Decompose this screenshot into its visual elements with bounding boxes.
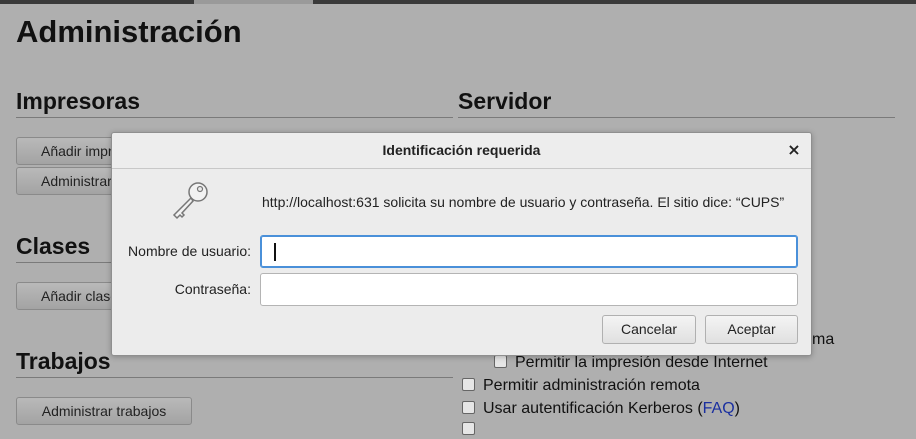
allow-internet-printing-label: Permitir la impresión desde Internet — [515, 354, 768, 371]
kerberos-auth-label-suffix: ) — [734, 400, 740, 417]
page-title: Administración — [16, 14, 242, 49]
username-input[interactable] — [260, 235, 798, 268]
password-label: Contraseña: — [174, 281, 251, 297]
partially-visible-checkbox[interactable] — [462, 422, 475, 435]
allow-remote-admin-label: Permitir administración remota — [483, 377, 700, 394]
kerberos-auth-option[interactable]: Usar autentificación Kerberos (FAQ) — [462, 400, 740, 418]
text-caret — [274, 243, 276, 261]
section-title-server: Servidor — [458, 88, 895, 118]
password-input[interactable] — [260, 273, 798, 306]
close-icon[interactable]: × — [784, 140, 804, 160]
active-tab-indicator — [194, 0, 313, 4]
dialog-message: http://localhost:631 solicita su nombre … — [262, 194, 785, 210]
dialog-title: Identificación requerida — [382, 142, 541, 158]
allow-remote-admin-checkbox[interactable] — [462, 378, 475, 391]
kerberos-auth-label: Usar autentificación Kerberos ( — [483, 400, 703, 417]
kerberos-auth-checkbox[interactable] — [462, 401, 475, 414]
kerberos-faq-link[interactable]: FAQ — [703, 400, 735, 417]
browser-top-bar — [0, 0, 916, 4]
section-title-printers: Impresoras — [16, 88, 453, 118]
cancel-button[interactable]: Cancelar — [602, 315, 696, 344]
share-printers-option-tail: ma — [812, 331, 835, 348]
allow-remote-admin-option[interactable]: Permitir administración remota — [462, 377, 700, 395]
auth-dialog: Identificación requerida × http://localh… — [111, 132, 812, 356]
allow-internet-printing-checkbox[interactable] — [494, 355, 507, 368]
partially-visible-option[interactable] — [462, 421, 483, 439]
manage-jobs-button[interactable]: Administrar trabajos — [16, 397, 192, 425]
username-label: Nombre de usuario: — [128, 243, 251, 259]
allow-internet-printing-option[interactable]: Permitir la impresión desde Internet — [494, 354, 768, 372]
accept-button[interactable]: Aceptar — [705, 315, 798, 344]
key-icon — [172, 182, 208, 220]
